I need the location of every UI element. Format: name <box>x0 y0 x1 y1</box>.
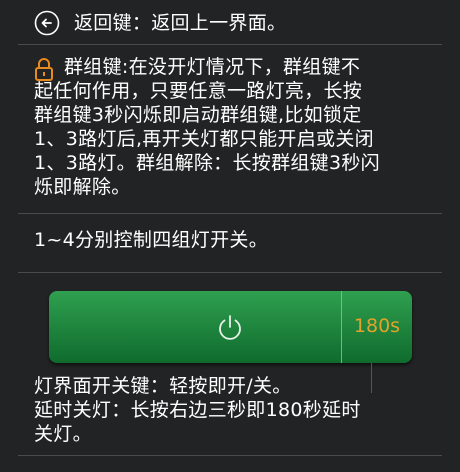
back-key-text: 返回键：返回上一界面。 <box>74 12 287 34</box>
divider <box>18 44 442 45</box>
group-key-line-5: 1、3路灯。群组解除：长按群组键3秒闪 <box>34 152 380 174</box>
group-key-line-1: 群组键:在没开灯情况下，群组键不 <box>64 56 361 78</box>
group-key-line-6: 烁即解除。 <box>34 176 131 198</box>
delay-timer-label[interactable]: 180s <box>342 315 412 337</box>
group-key-line-2: 起任何作用，只要任意一路灯亮，长按 <box>34 80 363 102</box>
switch-desc-line-3: 关灯。 <box>34 423 92 445</box>
divider <box>18 272 442 273</box>
back-arrow-icon <box>34 10 60 36</box>
timer-indicator-line <box>371 363 372 393</box>
divider <box>18 213 442 214</box>
control-text: 1~4分别控制四组灯开关。 <box>34 229 268 251</box>
light-switch-button[interactable]: 180s <box>49 291 412 363</box>
divider <box>18 455 442 456</box>
group-key-line-3: 群组键3秒闪烁即启动群组键,比如锁定 <box>34 104 362 126</box>
switch-desc-line-2: 延时关灯：长按右边三秒即180秒延时 <box>34 399 361 421</box>
lock-icon <box>35 58 53 81</box>
group-key-line-4: 1、3路灯后,再开关灯都只能开启或关闭 <box>34 128 374 150</box>
switch-desc-line-1: 灯界面开关键：轻按即开/关。 <box>34 375 292 397</box>
back-key-section: 返回键：返回上一界面。 <box>0 0 460 44</box>
power-icon <box>219 315 241 340</box>
